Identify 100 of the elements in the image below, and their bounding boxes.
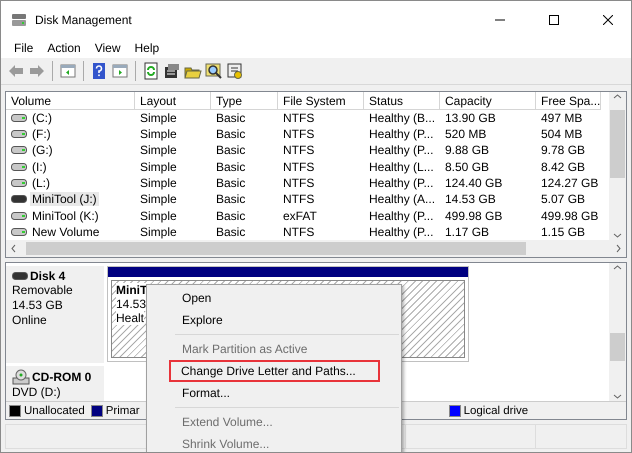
refresh-icon[interactable]	[142, 62, 160, 80]
menu-item[interactable]: File	[7, 41, 40, 56]
menu-item[interactable]: Action	[40, 41, 88, 56]
partition-name: MiniT	[116, 283, 148, 298]
table-cell-text: Simple	[139, 143, 178, 158]
table-cell-text: Healthy (P...	[368, 176, 434, 190]
table-cell-text: 499.98 GB	[444, 208, 504, 223]
drive-icon	[11, 178, 27, 188]
disk-detail: DVD (D:)	[12, 385, 62, 400]
table-cell-text: NTFS	[282, 160, 316, 174]
table-cell-text: 5.07 GB	[540, 192, 586, 206]
table-cell-text: Simple	[139, 126, 178, 141]
table-cell-text: Basic	[215, 126, 246, 141]
table-cell-text: Simple	[139, 192, 178, 206]
drive-icon	[11, 145, 27, 156]
column-header[interactable]: Free Spa...	[536, 92, 601, 110]
column-header[interactable]: Status	[364, 92, 440, 110]
table-cell[interactable]: MiniTool (K:)	[30, 208, 101, 223]
table-cell-text: NTFS	[282, 192, 316, 206]
horizontal-scrollbar[interactable]	[6, 240, 626, 258]
vertical-scrollbar[interactable]	[609, 263, 626, 402]
cd-drive-icon	[12, 369, 30, 386]
scroll-thumb[interactable]	[610, 333, 625, 362]
disk-management-icon	[11, 12, 27, 28]
table-cell-text: 497 MB	[540, 110, 584, 125]
table-cell-text: 8.50 GB	[444, 160, 490, 174]
drive-icon	[11, 194, 27, 204]
menu-option[interactable]: Open	[147, 287, 401, 309]
panel-icon[interactable]	[111, 62, 129, 80]
partition-size: 14.53	[116, 297, 146, 312]
table-cell-text: Healthy (A...	[368, 192, 436, 206]
table-cell-text: Simple	[139, 160, 178, 174]
table-cell-text: Basic	[215, 143, 246, 158]
table-cell-text: Basic	[215, 225, 246, 240]
properties-icon[interactable]	[163, 62, 181, 80]
table-cell-text: Healthy (P...	[368, 143, 434, 158]
drive-icon	[12, 271, 28, 282]
table-cell[interactable]: New Volume	[30, 225, 102, 240]
drive-icon	[11, 227, 27, 238]
table-cell[interactable]: (I:)	[30, 160, 49, 174]
table-cell-text: 9.78 GB	[540, 143, 586, 158]
disk-detail: 14.53 GB	[12, 298, 64, 314]
column-header[interactable]: Layout	[135, 92, 211, 110]
table-cell-text: Simple	[139, 176, 178, 190]
table-cell-text: Healthy (P...	[368, 225, 434, 240]
table-cell-text: NTFS	[282, 110, 316, 125]
legend-label: Logical drive	[464, 404, 528, 417]
column-header[interactable]: Type	[211, 92, 278, 110]
close-icon	[603, 15, 613, 25]
scroll-thumb[interactable]	[610, 110, 625, 178]
table-cell-text: Healthy (B...	[368, 110, 436, 125]
table-cell-text: 8.42 GB	[540, 160, 586, 174]
table-cell-text: 124.40 GB	[444, 176, 504, 190]
table-cell-text: NTFS	[282, 176, 316, 190]
drive-icon	[11, 112, 27, 123]
table-cell-text: 14.53 GB	[444, 192, 497, 206]
table-cell[interactable]: (G:)	[30, 143, 55, 158]
table-cell-text: 9.88 GB	[444, 143, 490, 158]
table-cell-text: 499.98 GB	[540, 208, 600, 223]
maximize-icon	[549, 15, 559, 25]
disk-detail: Removable	[12, 283, 74, 298]
table-cell[interactable]: MiniTool (J:)	[30, 192, 99, 206]
drive-icon	[11, 210, 27, 221]
legend-label: Unallocated	[24, 404, 85, 417]
column-header[interactable]: Volume	[6, 92, 135, 110]
table-cell-text: 520 MB	[444, 126, 488, 141]
legend-label: Primar	[106, 404, 140, 417]
table-cell-text: Basic	[215, 160, 246, 174]
drive-icon	[11, 128, 27, 139]
table-cell-text: Healthy (P...	[368, 208, 434, 223]
disk-name: Disk 4	[12, 269, 104, 284]
table-cell-text: exFAT	[282, 208, 318, 223]
settings-icon[interactable]	[226, 62, 244, 80]
table-cell-text: Basic	[215, 176, 246, 190]
table-cell[interactable]: (C:)	[30, 110, 54, 125]
menu-item[interactable]: Help	[128, 41, 166, 56]
table-cell[interactable]: (L:)	[30, 176, 52, 190]
table-cell-text: 13.90 GB	[444, 110, 497, 125]
table-cell-text: Healthy (P...	[368, 126, 434, 141]
table-cell-text: Basic	[215, 110, 246, 125]
search-icon[interactable]	[205, 62, 223, 80]
table-cell-text: 1.17 GB	[444, 225, 490, 240]
drive-icon	[11, 162, 27, 172]
help-icon[interactable]	[90, 62, 108, 80]
menu-option[interactable]: Explore	[147, 309, 401, 331]
panel-icon[interactable]	[59, 62, 77, 80]
scroll-thumb[interactable]	[26, 242, 526, 256]
window-title: Disk Management	[35, 13, 133, 27]
column-header[interactable]: Capacity	[440, 92, 536, 110]
menu-option[interactable]: Format...	[147, 382, 401, 404]
table-cell[interactable]: (F:)	[30, 126, 53, 141]
table-cell-text: 1.15 GB	[540, 225, 586, 240]
table-cell-text: NTFS	[282, 126, 316, 141]
column-header[interactable]: File System	[278, 92, 364, 110]
table-cell-text: NTFS	[282, 143, 316, 158]
menu-item[interactable]: View	[88, 41, 128, 56]
table-cell-text: Basic	[215, 208, 246, 223]
table-cell-text: Basic	[215, 192, 246, 206]
vertical-scrollbar[interactable]	[609, 92, 626, 240]
table-cell-text: Healthy (L...	[368, 160, 435, 174]
